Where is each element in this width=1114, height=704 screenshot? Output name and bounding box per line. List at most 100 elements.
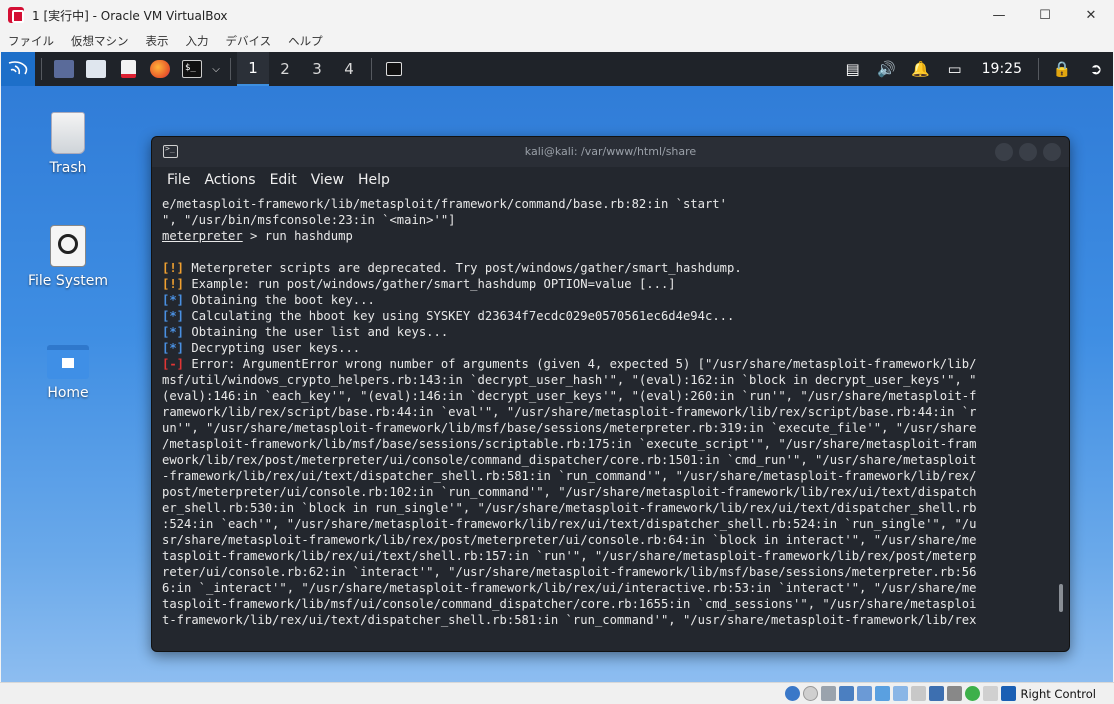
desktop-icon-file-system[interactable]: File System xyxy=(18,225,118,289)
host-key-label: Right Control xyxy=(1020,686,1096,701)
line-text: 6:in `_interact'", "/usr/share/metasploi… xyxy=(162,581,977,595)
network-icon[interactable] xyxy=(839,686,855,701)
terminal-line: t-framework/lib/rex/ui/text/dispatcher_s… xyxy=(162,612,1052,628)
display-icon[interactable] xyxy=(893,686,909,701)
kali-panel: $_ ⌵ 1 2 3 4 ▤ 🔊 🔔 ▭ 19:25 🔒 ➲ xyxy=(1,52,1113,86)
usb-icon[interactable] xyxy=(857,686,873,701)
terminal-line: sr/share/metasploit-framework/lib/rex/po… xyxy=(162,532,1052,548)
terminal-line: tasploit-framework/lib/rex/ui/text/shell… xyxy=(162,548,1052,564)
line-text: er_shell.rb:530:in `block in run_single'… xyxy=(162,501,977,515)
close-button[interactable]: ✕ xyxy=(1068,0,1114,30)
close-button[interactable] xyxy=(1043,143,1061,161)
line-text: ework/lib/rex/post/meterpreter/ui/consol… xyxy=(162,453,977,467)
vm-state-icon[interactable] xyxy=(929,686,945,701)
chevron-down-icon[interactable]: ⌵ xyxy=(208,52,224,86)
terminal-line: tasploit-framework/lib/msf/ui/console/co… xyxy=(162,596,1052,612)
minimize-button[interactable]: — xyxy=(976,0,1022,30)
virtualbox-app-icon xyxy=(8,7,24,23)
desktop-icon-label: File System xyxy=(27,273,109,289)
terminal-line: [*] Decrypting user keys... xyxy=(162,340,1052,356)
terminal-launcher-button[interactable]: $_ xyxy=(176,52,208,86)
menu-view[interactable]: View xyxy=(311,172,344,188)
firefox-icon xyxy=(150,60,170,78)
terminal-line: 6:in `_interact'", "/usr/share/metasploi… xyxy=(162,580,1052,596)
trash-icon xyxy=(51,112,85,154)
status-tag: [!] xyxy=(162,261,185,275)
line-text: Meterpreter scripts are deprecated. Try … xyxy=(184,261,742,275)
logout-icon[interactable]: ➲ xyxy=(1079,52,1113,86)
video-capture-icon[interactable] xyxy=(911,686,927,701)
minimize-button[interactable] xyxy=(995,143,1013,161)
cpu-icon[interactable] xyxy=(947,686,963,701)
prompt-label: meterpreter xyxy=(162,229,243,243)
terminal-output[interactable]: e/metasploit-framework/lib/metasploit/fr… xyxy=(162,196,1052,646)
workspace-1[interactable]: 1 xyxy=(237,52,269,86)
lock-icon[interactable]: 🔒 xyxy=(1045,52,1079,86)
line-text: Example: run post/windows/gather/smart_h… xyxy=(184,277,676,291)
clock[interactable]: 19:25 xyxy=(972,61,1032,77)
host-key-arrow-icon[interactable] xyxy=(1001,686,1017,701)
menu-file[interactable]: ファイル xyxy=(8,33,54,49)
terminal-line: [*] Calculating the hboot key using SYSK… xyxy=(162,308,1052,324)
show-desktop-button[interactable] xyxy=(48,52,80,86)
notification-bell-icon[interactable]: 🔔 xyxy=(904,52,938,86)
battery-icon[interactable]: ▭ xyxy=(938,52,972,86)
terminal-icon xyxy=(386,62,402,76)
mouse-integration-icon[interactable] xyxy=(965,686,981,701)
line-text: (eval):146:in `each_key'", "(eval):146:i… xyxy=(162,389,977,403)
menu-file[interactable]: File xyxy=(167,172,190,188)
terminal-scrollbar[interactable] xyxy=(1059,584,1063,612)
text-editor-icon xyxy=(120,60,136,78)
line-text: -framework/lib/rex/ui/text/dispatcher_sh… xyxy=(162,469,977,483)
desktop-icon-home[interactable]: Home xyxy=(18,345,118,401)
menu-view[interactable]: 表示 xyxy=(146,33,169,49)
terminal-line: ework/lib/rex/post/meterpreter/ui/consol… xyxy=(162,452,1052,468)
status-tag: [*] xyxy=(162,341,185,355)
line-text: e/metasploit-framework/lib/metasploit/fr… xyxy=(162,197,727,211)
desktop-icon-label: Trash xyxy=(49,160,87,176)
terminal-icon: $_ xyxy=(182,60,202,78)
shared-folders-icon[interactable] xyxy=(875,686,891,701)
terminal-titlebar[interactable]: kali@kali: /var/www/html/share xyxy=(152,137,1069,167)
line-text: sr/share/metasploit-framework/lib/rex/po… xyxy=(162,533,977,547)
line-text: ramework/lib/rex/script/base.rb:44:in `e… xyxy=(162,405,977,419)
panel-separator xyxy=(230,58,231,80)
maximize-button[interactable] xyxy=(1019,143,1037,161)
desktop-icon-trash[interactable]: Trash xyxy=(18,112,118,176)
menu-help[interactable]: ヘルプ xyxy=(288,33,323,49)
desktop-icon xyxy=(54,60,74,78)
audio-icon[interactable] xyxy=(821,686,837,701)
line-text: t-framework/lib/rex/ui/text/dispatcher_s… xyxy=(162,613,977,627)
menu-devices[interactable]: デバイス xyxy=(226,33,272,49)
line-text: msf/util/windows_crypto_helpers.rb:143:i… xyxy=(162,373,977,387)
hard-disk-icon[interactable] xyxy=(785,686,801,701)
guest-display[interactable]: $_ ⌵ 1 2 3 4 ▤ 🔊 🔔 ▭ 19:25 🔒 ➲ Trash Fil… xyxy=(1,52,1113,682)
terminal-window[interactable]: kali@kali: /var/www/html/share File Acti… xyxy=(151,136,1070,652)
terminal-line: [*] Obtaining the user list and keys... xyxy=(162,324,1052,340)
terminal-line: (eval):146:in `each_key'", "(eval):146:i… xyxy=(162,388,1052,404)
workspace-3[interactable]: 3 xyxy=(301,52,333,86)
kali-dragon-icon xyxy=(8,61,28,75)
menu-help[interactable]: Help xyxy=(358,172,390,188)
line-text: Obtaining the boot key... xyxy=(184,293,375,307)
maximize-button[interactable]: ☐ xyxy=(1022,0,1068,30)
workspace-2[interactable]: 2 xyxy=(269,52,301,86)
kali-menu-button[interactable] xyxy=(1,52,35,86)
menu-machine[interactable]: 仮想マシン xyxy=(71,33,129,49)
display-icon[interactable]: ▤ xyxy=(836,52,870,86)
menu-edit[interactable]: Edit xyxy=(270,172,297,188)
menu-actions[interactable]: Actions xyxy=(204,172,255,188)
desktop-icon-label: Home xyxy=(47,385,89,401)
keyboard-capture-icon[interactable] xyxy=(983,686,999,701)
taskbar-terminal-window[interactable] xyxy=(378,52,410,86)
volume-icon[interactable]: 🔊 xyxy=(870,52,904,86)
menu-input[interactable]: 入力 xyxy=(186,33,209,49)
folder-icon xyxy=(86,60,106,78)
optical-drive-icon[interactable] xyxy=(803,686,819,701)
firefox-button[interactable] xyxy=(144,52,176,86)
text-editor-button[interactable] xyxy=(112,52,144,86)
file-manager-button[interactable] xyxy=(80,52,112,86)
workspace-4[interactable]: 4 xyxy=(333,52,365,86)
terminal-line: post/meterpreter/ui/console.rb:102:in `r… xyxy=(162,484,1052,500)
